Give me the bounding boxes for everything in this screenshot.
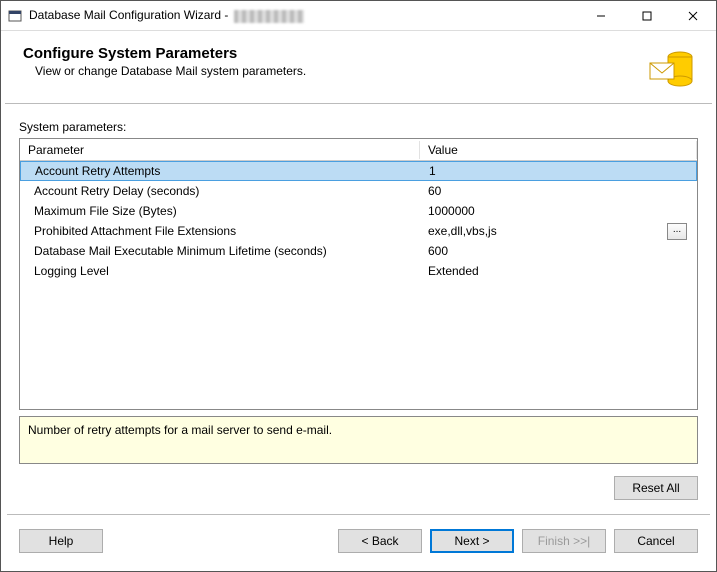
grid-body: Account Retry Attempts 1 Account Retry Del… — [20, 161, 697, 409]
param-value-cell[interactable]: 1000000 — [420, 204, 697, 218]
table-row[interactable]: Database Mail Executable Minimum Lifetim… — [20, 241, 697, 261]
wizard-footer: Help < Back Next > Finish >>| Cancel — [1, 515, 716, 571]
param-name-cell: Maximum File Size (Bytes) — [20, 204, 420, 218]
params-grid: Parameter Value Account Retry Attempts1A… — [19, 138, 698, 410]
param-value-cell[interactable]: Extended — [420, 264, 697, 278]
wizard-header: Configure System Parameters View or chan… — [5, 35, 712, 104]
table-row[interactable]: Maximum File Size (Bytes) 1000000 — [20, 201, 697, 221]
close-button[interactable] — [670, 1, 716, 31]
col-header-value[interactable]: Value — [420, 141, 697, 159]
table-row[interactable]: Account Retry Attempts 1 — [20, 161, 697, 181]
param-value-text: 600 — [428, 244, 448, 258]
maximize-button[interactable] — [624, 1, 670, 31]
param-name-cell: Prohibited Attachment File Extensions — [20, 224, 420, 238]
page-subtitle: View or change Database Mail system para… — [35, 64, 646, 78]
param-value-cell[interactable]: exe,dll,vbs,js... — [420, 223, 697, 240]
wizard-window: Database Mail Configuration Wizard - Con… — [0, 0, 717, 572]
param-name-cell: Account Retry Attempts — [21, 164, 421, 178]
param-value-cell[interactable]: 1 — [421, 164, 696, 178]
col-header-parameter[interactable]: Parameter — [20, 141, 420, 159]
param-value-text: 60 — [428, 184, 441, 198]
back-button[interactable]: < Back — [338, 529, 422, 553]
app-icon — [7, 8, 23, 24]
param-value-text: 1000000 — [428, 204, 475, 218]
next-button[interactable]: Next > — [430, 529, 514, 553]
param-value-cell[interactable]: 60 — [420, 184, 697, 198]
param-name-cell: Account Retry Delay (seconds) — [20, 184, 420, 198]
help-button[interactable]: Help — [19, 529, 103, 553]
window-title-redacted — [234, 10, 304, 23]
titlebar[interactable]: Database Mail Configuration Wizard - — [1, 1, 716, 31]
param-value-text: exe,dll,vbs,js — [428, 224, 497, 238]
page-title: Configure System Parameters — [23, 45, 646, 62]
table-row[interactable]: Prohibited Attachment File Extensionsexe… — [20, 221, 697, 241]
param-name-cell: Logging Level — [20, 264, 420, 278]
reset-all-button[interactable]: Reset All — [614, 476, 698, 500]
description-box: Number of retry attempts for a mail serv… — [19, 416, 698, 464]
grid-header: Parameter Value — [20, 139, 697, 161]
param-name-cell: Database Mail Executable Minimum Lifetim… — [20, 244, 420, 258]
table-row[interactable]: Account Retry Delay (seconds) 60 — [20, 181, 697, 201]
window-title: Database Mail Configuration Wizard - — [29, 8, 304, 22]
param-value-text: 1 — [429, 164, 436, 178]
wizard-body: System parameters: Parameter Value Accou… — [1, 104, 716, 508]
cancel-button[interactable]: Cancel — [614, 529, 698, 553]
window-title-prefix: Database Mail Configuration Wizard - — [29, 8, 232, 22]
table-row[interactable]: Logging Level Extended — [20, 261, 697, 281]
header-graphic-icon — [646, 45, 694, 93]
ellipsis-button[interactable]: ... — [667, 223, 687, 240]
section-label: System parameters: — [19, 120, 698, 134]
param-value-text: Extended — [428, 264, 479, 278]
finish-button: Finish >>| — [522, 529, 606, 553]
minimize-button[interactable] — [578, 1, 624, 31]
param-value-cell[interactable]: 600 — [420, 244, 697, 258]
